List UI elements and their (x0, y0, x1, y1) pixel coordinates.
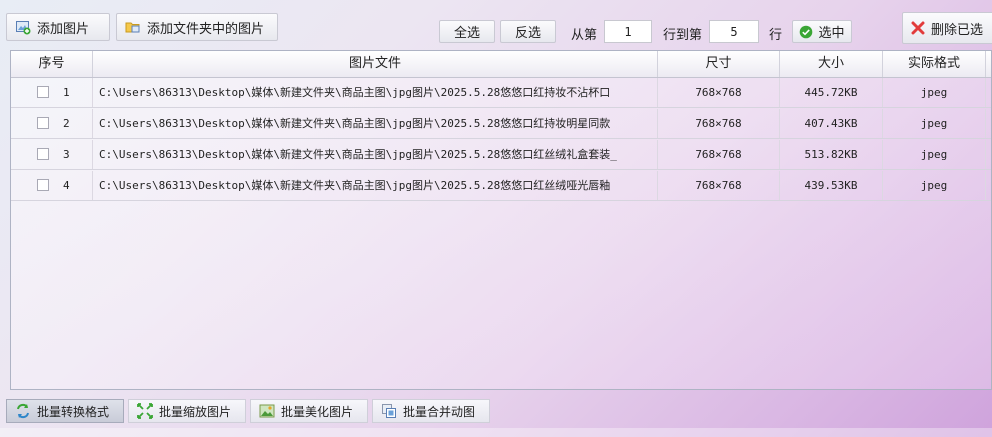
row-index: 2 (63, 117, 70, 130)
tab-batch-merge-gif[interactable]: 批量合并动图 (372, 399, 490, 423)
table-row[interactable]: 3 C:\Users\86313\Desktop\媒体\新建文件夹\商品主图\j… (11, 140, 991, 170)
row-dimensions: 768×768 (658, 78, 780, 107)
row-checkbox[interactable] (37, 117, 49, 129)
row-index: 3 (63, 148, 70, 161)
select-range-label: 选中 (818, 26, 845, 41)
bottom-tab-bar: 批量转换格式 批量缩放图片 批量美化图片 批量合并动图 (0, 396, 992, 426)
row-filesize: 513.82KB (780, 140, 883, 169)
column-header-file[interactable]: 图片文件 (93, 51, 658, 77)
convert-arrows-icon (15, 403, 31, 419)
row-index: 1 (63, 86, 70, 99)
status-bar (0, 428, 992, 437)
row-unit-label: 行 (769, 28, 783, 43)
add-image-icon (15, 19, 31, 35)
invert-label: 反选 (514, 26, 541, 41)
tab-label: 批量美化图片 (281, 404, 354, 419)
to-row-input[interactable] (709, 20, 759, 43)
row-format: jpeg (883, 140, 986, 169)
delete-selected-button[interactable]: 删除已选 (902, 12, 992, 44)
row-checkbox[interactable] (37, 148, 49, 160)
tab-batch-resize[interactable]: 批量缩放图片 (128, 399, 246, 423)
from-row-label: 从第 (571, 28, 598, 43)
select-range-button[interactable]: 选中 (792, 20, 852, 43)
row-checkbox[interactable] (37, 179, 49, 191)
tab-label: 批量转换格式 (37, 404, 110, 419)
row-format: jpeg (883, 171, 986, 200)
tab-batch-convert-format[interactable]: 批量转换格式 (6, 399, 124, 423)
table-row[interactable]: 4 C:\Users\86313\Desktop\媒体\新建文件夹\商品主图\j… (11, 171, 991, 201)
column-header-dimensions[interactable]: 尺寸 (658, 51, 780, 77)
row-filesize: 445.72KB (780, 78, 883, 107)
resize-icon (137, 403, 153, 419)
row-format: jpeg (883, 109, 986, 138)
image-list-table: 序号 图片文件 尺寸 大小 实际格式 1 C:\Users\86313\Desk… (10, 50, 992, 390)
table-row[interactable]: 2 C:\Users\86313\Desktop\媒体\新建文件夹\商品主图\j… (11, 109, 991, 139)
delete-x-icon (911, 21, 925, 35)
row-filesize: 407.43KB (780, 109, 883, 138)
toolbar: 添加图片 添加文件夹中的图片 全选 反选 从第 行到第 行 选中 (0, 0, 992, 48)
row-dimensions: 768×768 (658, 109, 780, 138)
row-dimensions: 768×768 (658, 140, 780, 169)
column-header-format[interactable]: 实际格式 (883, 51, 986, 77)
stacked-frames-icon (381, 403, 397, 419)
row-checkbox[interactable] (37, 86, 49, 98)
invert-selection-button[interactable]: 反选 (500, 20, 556, 43)
add-image-button[interactable]: 添加图片 (6, 13, 110, 41)
add-image-label: 添加图片 (37, 21, 90, 37)
landscape-image-icon (259, 403, 275, 419)
tab-batch-beautify[interactable]: 批量美化图片 (250, 399, 368, 423)
from-row-input[interactable] (604, 20, 652, 43)
row-index: 4 (63, 179, 70, 192)
select-all-label: 全选 (453, 26, 480, 41)
row-file-path: C:\Users\86313\Desktop\媒体\新建文件夹\商品主图\jpg… (93, 78, 658, 107)
select-all-button[interactable]: 全选 (439, 20, 495, 43)
folder-icon (125, 19, 141, 35)
table-header: 序号 图片文件 尺寸 大小 实际格式 (11, 51, 991, 78)
to-row-label: 行到第 (663, 28, 703, 43)
row-format: jpeg (883, 78, 986, 107)
row-file-path: C:\Users\86313\Desktop\媒体\新建文件夹\商品主图\jpg… (93, 171, 658, 200)
add-folder-images-button[interactable]: 添加文件夹中的图片 (116, 13, 278, 41)
tab-label: 批量缩放图片 (159, 404, 232, 419)
add-folder-label: 添加文件夹中的图片 (147, 21, 265, 37)
tab-label: 批量合并动图 (403, 404, 476, 419)
row-filesize: 439.53KB (780, 171, 883, 200)
row-dimensions: 768×768 (658, 171, 780, 200)
column-header-filesize[interactable]: 大小 (780, 51, 883, 77)
check-circle-icon (799, 25, 813, 39)
column-header-index[interactable]: 序号 (11, 51, 93, 77)
delete-selected-label: 删除已选 (931, 22, 984, 38)
table-row[interactable]: 1 C:\Users\86313\Desktop\媒体\新建文件夹\商品主图\j… (11, 78, 991, 108)
row-file-path: C:\Users\86313\Desktop\媒体\新建文件夹\商品主图\jpg… (93, 140, 658, 169)
row-file-path: C:\Users\86313\Desktop\媒体\新建文件夹\商品主图\jpg… (93, 109, 658, 138)
